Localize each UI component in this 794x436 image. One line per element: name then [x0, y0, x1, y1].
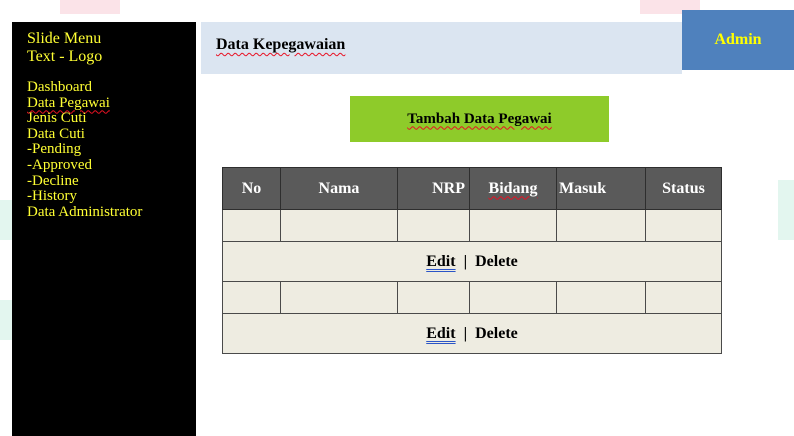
column-header-nama: Nama	[280, 167, 398, 210]
sidebar-item-data-administrator[interactable]: Data Administrator	[27, 204, 196, 221]
edit-link[interactable]: Edit	[426, 253, 455, 270]
sidebar-logo[interactable]: Slide Menu Text - Logo	[27, 30, 196, 66]
table-cell	[556, 209, 646, 242]
table-cell	[645, 209, 722, 242]
watermark-shape	[0, 200, 12, 240]
action-separator: |	[463, 324, 468, 342]
table-cell	[469, 281, 557, 314]
row-actions-cell: Edit | Delete	[222, 313, 722, 354]
sidebar-title-line2: Text - Logo	[27, 48, 103, 65]
sidebar-item-dashboard[interactable]: Dashboard	[27, 79, 196, 96]
table-cell	[222, 209, 281, 242]
watermark-shape	[60, 0, 120, 14]
column-header-status: Status	[645, 167, 722, 210]
sidebar: Slide Menu Text - Logo Dashboard Data Pe…	[12, 22, 196, 436]
table-cell	[280, 209, 398, 242]
table-header-row: No Nama NRP Bidang Masuk Status	[222, 167, 722, 210]
action-separator: |	[463, 252, 468, 270]
sidebar-title-line1: Slide Menu	[27, 30, 102, 47]
column-header-bidang: Bidang	[469, 167, 557, 210]
table-row-actions: Edit | Delete	[222, 313, 722, 354]
sidebar-item-approved[interactable]: -Approved	[27, 157, 196, 174]
employee-table: No Nama NRP Bidang Masuk Status Edit | Del…	[222, 167, 722, 354]
page-title: Data Kepegawaian	[216, 36, 346, 53]
sidebar-item-decline[interactable]: -Decline	[27, 173, 196, 190]
table-cell	[280, 281, 398, 314]
add-employee-button[interactable]: Tambah Data Pegawai	[350, 96, 609, 142]
admin-user-button[interactable]: Admin	[682, 10, 794, 70]
column-header-nrp: NRP	[397, 167, 470, 210]
watermark-shape	[778, 180, 794, 240]
delete-link[interactable]: Delete	[475, 325, 518, 342]
sidebar-item-data-pegawai[interactable]: Data Pegawai	[27, 95, 196, 112]
sidebar-item-history[interactable]: -History	[27, 189, 196, 205]
column-header-masuk: Masuk	[556, 167, 646, 210]
delete-link[interactable]: Delete	[475, 253, 518, 270]
table-cell	[469, 209, 557, 242]
table-cell	[397, 209, 470, 242]
add-employee-button-label: Tambah Data Pegawai	[407, 110, 552, 127]
table-row	[222, 209, 722, 242]
table-cell	[222, 281, 281, 314]
sidebar-menu: Dashboard Data Pegawai Jenis Cuti Data C…	[27, 79, 196, 221]
sidebar-item-jenis-cuti[interactable]: Jenis Cuti	[27, 111, 196, 127]
column-header-no: No	[222, 167, 281, 210]
row-actions-cell: Edit | Delete	[222, 241, 722, 282]
page-header: Data Kepegawaian	[201, 22, 682, 74]
sidebar-item-data-cuti[interactable]: Data Cuti	[27, 126, 196, 143]
watermark-shape	[0, 300, 12, 340]
table-cell	[645, 281, 722, 314]
table-cell	[556, 281, 646, 314]
edit-link[interactable]: Edit	[426, 325, 455, 342]
sidebar-item-pending[interactable]: -Pending	[27, 142, 196, 158]
table-cell	[397, 281, 470, 314]
table-row-actions: Edit | Delete	[222, 241, 722, 282]
table-row	[222, 281, 722, 314]
